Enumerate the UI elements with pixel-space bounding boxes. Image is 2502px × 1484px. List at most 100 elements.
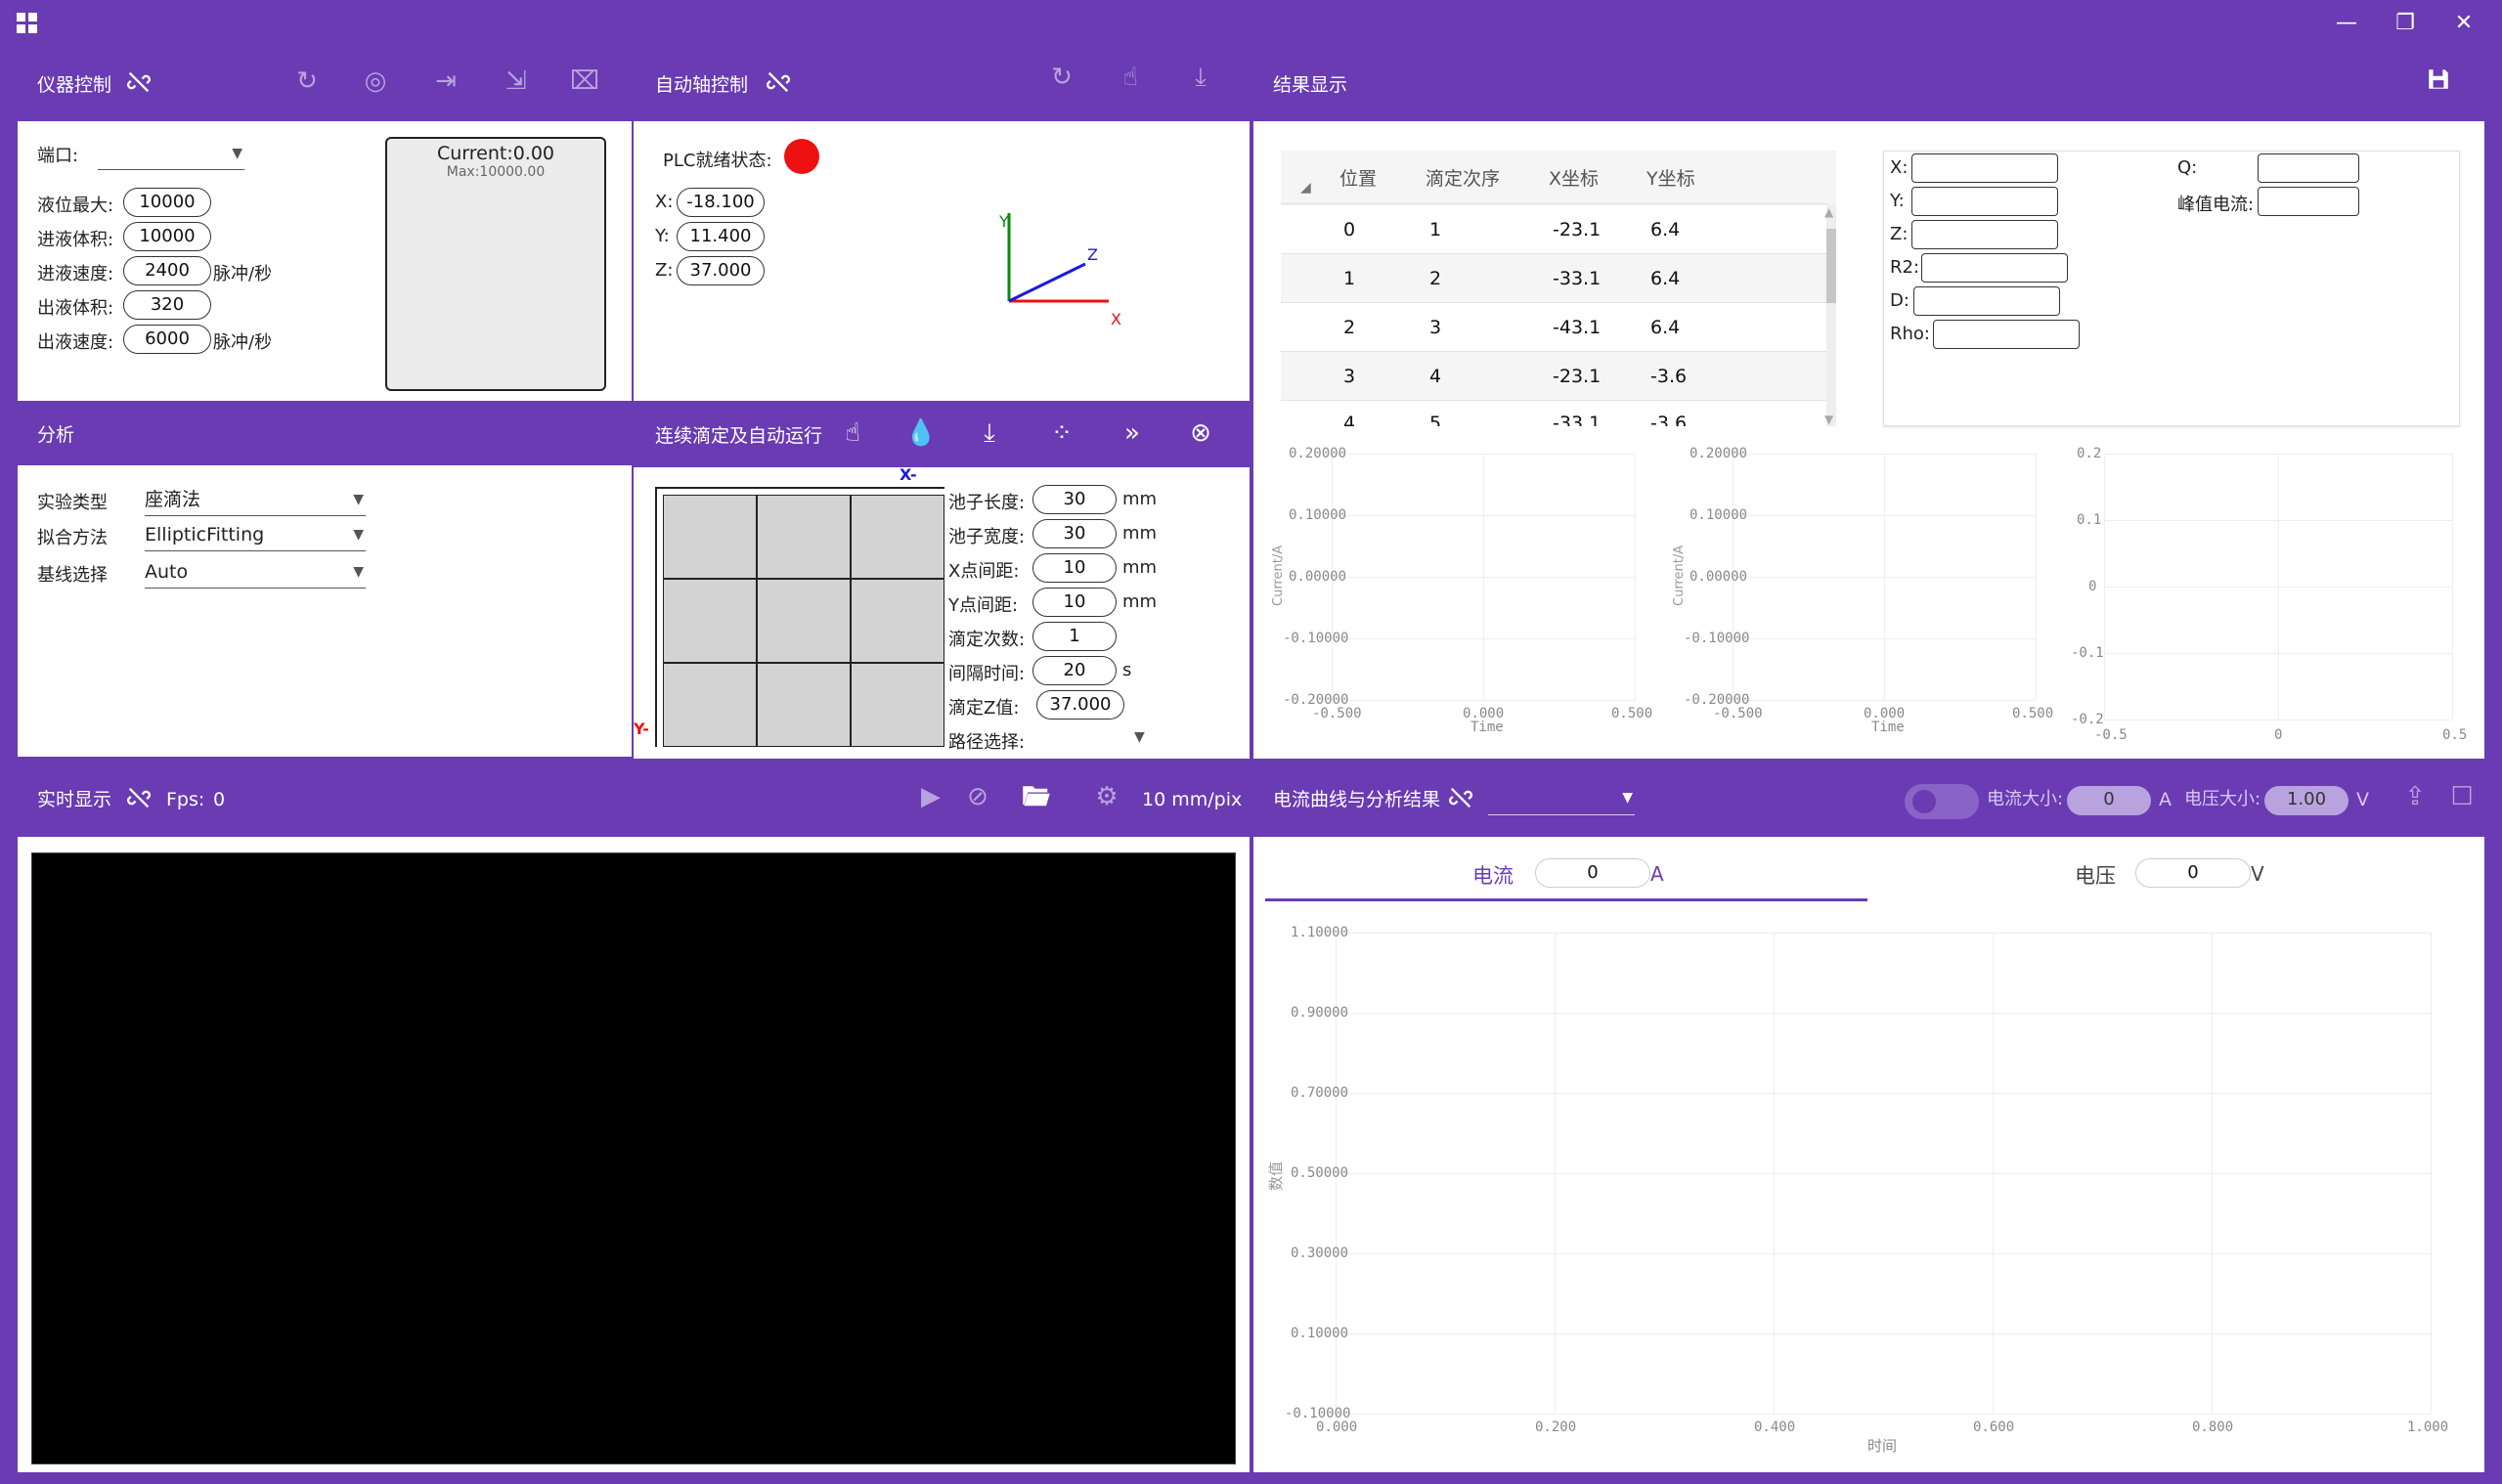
grid-cell[interactable]: [757, 495, 851, 579]
baseline-select[interactable]: Auto ▼: [145, 557, 366, 589]
interval-input[interactable]: 20: [1032, 656, 1117, 685]
hand-pointer-icon[interactable]: ☝: [833, 418, 872, 448]
fitting-method-select[interactable]: EllipticFitting ▼: [145, 520, 366, 551]
path-nodes-icon[interactable]: ⁘: [1042, 418, 1081, 448]
hand-pointer-icon[interactable]: ☝: [1111, 63, 1150, 92]
sort-corner-icon[interactable]: ◢: [1300, 180, 1311, 196]
column-header[interactable]: X坐标: [1549, 164, 1599, 191]
y-spacing-input[interactable]: 10: [1032, 588, 1117, 617]
table-cell: 6.4: [1650, 268, 1681, 289]
param-d-field[interactable]: [1913, 286, 2060, 316]
pool-width-input[interactable]: 30: [1032, 519, 1117, 548]
grid-cell[interactable]: [663, 495, 757, 579]
x-tick: 0.5: [2442, 727, 2468, 743]
link-broken-icon[interactable]: [119, 784, 158, 818]
param-rho-field[interactable]: [1933, 320, 2080, 349]
chevron-down-icon: ▼: [353, 564, 364, 580]
gizmo-y-label: Y: [998, 212, 1009, 231]
clear-icon[interactable]: ⌧: [565, 66, 604, 96]
table-cell: 4: [1429, 366, 1442, 387]
current-size-input[interactable]: 0: [2067, 786, 2151, 815]
param-y-field[interactable]: [1911, 187, 2058, 216]
curve-source-select[interactable]: ▼: [1488, 786, 1635, 815]
x-tick: 0.200: [1535, 1419, 1577, 1435]
y-tick: 0.50000: [1291, 1165, 1349, 1181]
column-header[interactable]: Y坐标: [1646, 164, 1695, 191]
grid-cell[interactable]: [757, 579, 851, 663]
param-r2-field[interactable]: [1921, 253, 2068, 283]
max-level-input[interactable]: 10000: [123, 188, 211, 217]
grid-cell[interactable]: [851, 579, 944, 663]
port-select[interactable]: ▼: [98, 139, 244, 170]
axis-z-value: 37.000: [677, 256, 765, 285]
param-x-field[interactable]: [1911, 153, 2058, 183]
path-select-dropdown[interactable]: ▼: [1134, 729, 1145, 745]
outflow-volume-input[interactable]: 320: [123, 290, 211, 320]
minimize-button[interactable]: —: [2327, 8, 2366, 39]
column-header[interactable]: 滴定次序: [1426, 164, 1500, 191]
folder-open-icon[interactable]: [1017, 782, 1056, 814]
outflow-speed-input[interactable]: 6000: [123, 325, 211, 354]
grid-cell[interactable]: [851, 663, 944, 747]
table-scrollbar[interactable]: ▲ ▼: [1824, 205, 1836, 426]
table-cell: 1: [1343, 268, 1356, 289]
grid-cell[interactable]: [851, 495, 944, 579]
titration-count-input[interactable]: 1: [1032, 622, 1117, 651]
panel-title: 结果显示: [1273, 74, 1348, 96]
select-value: 座滴法: [145, 489, 201, 510]
pool-grid: [655, 487, 944, 747]
tab-current[interactable]: 电流 0 A: [1265, 845, 1867, 901]
loop-icon[interactable]: ◎: [356, 66, 395, 96]
move-down-icon[interactable]: ⤓: [970, 418, 1009, 449]
tab-voltage[interactable]: 电压 0 V: [1869, 845, 2472, 901]
y-tick: -0.1: [2071, 645, 2104, 661]
restore-button[interactable]: ❐: [2386, 8, 2425, 39]
voltage-size-input[interactable]: 1.00: [2264, 786, 2348, 815]
param-z-field[interactable]: [1911, 220, 2058, 249]
table-cell: 6.4: [1650, 317, 1681, 338]
x-spacing-input[interactable]: 10: [1032, 553, 1117, 583]
y-axis-label: Current/A: [1672, 545, 1687, 606]
close-window-button[interactable]: ✕: [2444, 8, 2483, 39]
cancel-circle-icon[interactable]: ⊗: [1181, 418, 1220, 448]
tab-unit: V: [2251, 862, 2264, 886]
grid-cell[interactable]: [757, 663, 851, 747]
grid-cell[interactable]: [663, 663, 757, 747]
pool-length-input[interactable]: 30: [1032, 485, 1117, 514]
intake-volume-input[interactable]: 10000: [123, 222, 211, 251]
intake-speed-input[interactable]: 2400: [123, 256, 211, 285]
drop-icon[interactable]: 💧: [901, 418, 941, 448]
camera-view[interactable]: [31, 852, 1236, 1464]
titration-z-input[interactable]: 37.000: [1036, 690, 1124, 720]
link-broken-icon[interactable]: [119, 68, 158, 103]
reset-icon[interactable]: ↻: [287, 66, 327, 96]
table-cell: 5: [1429, 413, 1442, 426]
param-peak-field[interactable]: [2258, 187, 2359, 216]
table-row[interactable]: 2 3 -43.1 6.4: [1281, 303, 1828, 352]
table-row[interactable]: 4 5 -33.1 -3.6: [1281, 401, 1828, 426]
mode-toggle[interactable]: [1905, 784, 1979, 819]
reset-icon[interactable]: ↻: [1042, 63, 1081, 92]
grid-cell[interactable]: [663, 579, 757, 663]
table-row[interactable]: 1 2 -33.1 6.4: [1281, 254, 1828, 303]
tab-voltage-value: 0: [2135, 858, 2251, 888]
checkbox-icon[interactable]: ☐: [2442, 782, 2481, 811]
import-icon[interactable]: ⇥: [426, 66, 465, 96]
link-broken-icon[interactable]: [1441, 784, 1480, 818]
play-icon[interactable]: ▶: [911, 782, 950, 811]
move-down-icon[interactable]: ⤓: [1181, 63, 1220, 93]
export-icon[interactable]: ⇲: [497, 66, 536, 96]
camera-off-icon[interactable]: ⊘: [958, 782, 997, 811]
x-tick: 0.500: [2012, 706, 2054, 721]
analysis-label: 拟合方法: [37, 528, 108, 548]
link-broken-icon[interactable]: [759, 68, 798, 103]
table-row[interactable]: 0 1 -23.1 6.4: [1281, 205, 1828, 254]
param-q-field[interactable]: [2258, 153, 2359, 183]
column-header[interactable]: 位置: [1339, 164, 1377, 191]
table-row[interactable]: 3 4 -23.1 -3.6: [1281, 352, 1828, 401]
fast-forward-icon[interactable]: »: [1113, 418, 1152, 448]
experiment-type-select[interactable]: 座滴法 ▼: [145, 485, 366, 516]
save-icon[interactable]: [2419, 66, 2458, 99]
gear-icon[interactable]: ⚙: [1087, 782, 1126, 811]
upload-icon[interactable]: ⇪: [2395, 782, 2435, 811]
